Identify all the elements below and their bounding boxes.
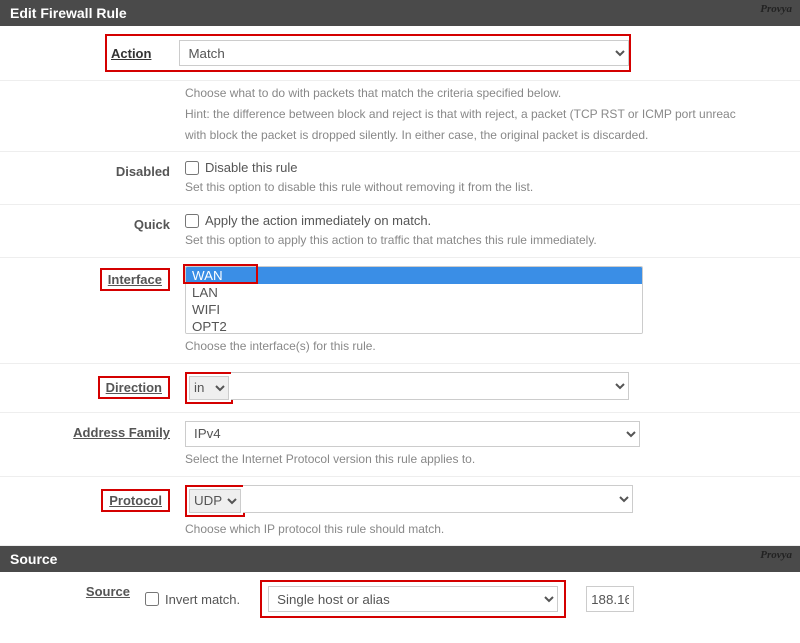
row-interface: Interface WAN LAN WIFI OPT2 Choose the i… — [0, 258, 800, 364]
checkbox-quick-label: Apply the action immediately on match. — [205, 213, 431, 228]
checkbox-invert[interactable] — [145, 592, 159, 606]
input-source-ip[interactable] — [586, 586, 634, 612]
select-protocol-small[interactable]: UDP — [189, 489, 241, 513]
checkbox-disabled-label: Disable this rule — [205, 160, 298, 175]
invert-label: Invert match. — [165, 592, 240, 607]
row-action-help: Choose what to do with packets that matc… — [0, 81, 800, 152]
label-quick: Quick — [0, 213, 185, 249]
row-quick: Quick Apply the action immediately on ma… — [0, 205, 800, 258]
checkbox-quick[interactable] — [185, 214, 199, 228]
row-address-family: Address Family IPv4 Select the Internet … — [0, 413, 800, 477]
select-interface[interactable]: WAN LAN WIFI OPT2 — [185, 266, 643, 334]
select-source-type[interactable]: Single host or alias — [268, 586, 558, 612]
disabled-help: Set this option to disable this rule wit… — [185, 179, 792, 196]
action-help3: with block the packet is dropped silentl… — [185, 127, 792, 144]
row-disabled: Disabled Disable this rule Set this opti… — [0, 152, 800, 205]
label-direction: Direction — [98, 376, 170, 399]
select-address-family[interactable]: IPv4 — [185, 421, 640, 447]
select-direction[interactable] — [231, 372, 629, 400]
quick-help: Set this option to apply this action to … — [185, 232, 792, 249]
watermark-top: Provya — [760, 3, 792, 15]
action-highlight: Action Match — [105, 34, 631, 72]
checkbox-disabled[interactable] — [185, 161, 199, 175]
row-protocol: Protocol UDP Choose which IP protocol th… — [0, 477, 800, 547]
edit-firewall-title: Edit Firewall Rule — [10, 5, 127, 21]
label-action: Action — [111, 46, 179, 61]
address-family-help: Select the Internet Protocol version thi… — [185, 451, 792, 468]
watermark-source: Provya — [760, 549, 792, 561]
source-header: Source Provya — [0, 546, 800, 572]
action-help2: Hint: the difference between block and r… — [185, 106, 792, 123]
protocol-highlight: UDP — [185, 485, 245, 517]
label-disabled: Disabled — [0, 160, 185, 196]
action-help1: Choose what to do with packets that matc… — [185, 85, 792, 102]
direction-highlight: in — [185, 372, 233, 404]
row-direction: Direction in — [0, 364, 800, 413]
interface-help: Choose the interface(s) for this rule. — [185, 338, 792, 355]
select-protocol[interactable] — [243, 485, 633, 513]
row-action: Action Match — [0, 26, 800, 81]
select-direction-small[interactable]: in — [189, 376, 229, 400]
protocol-help: Choose which IP protocol this rule shoul… — [185, 521, 792, 538]
label-address-family: Address Family — [0, 421, 185, 468]
source-type-highlight: Single host or alias — [260, 580, 566, 618]
edit-firewall-header: Edit Firewall Rule Provya — [0, 0, 800, 26]
label-interface: Interface — [100, 268, 170, 291]
row-source: Source Invert match. Single host or alia… — [0, 572, 800, 626]
label-source: Source — [0, 580, 145, 618]
label-protocol: Protocol — [101, 489, 170, 512]
source-title: Source — [10, 551, 57, 567]
select-action[interactable]: Match — [179, 40, 629, 66]
